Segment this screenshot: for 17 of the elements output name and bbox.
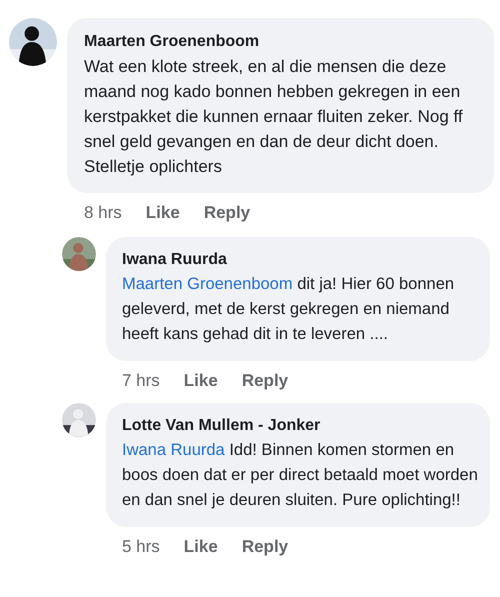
like-button[interactable]: Like bbox=[184, 371, 218, 391]
author-name[interactable]: Iwana Ruurda bbox=[122, 249, 480, 271]
reply-button[interactable]: Reply bbox=[242, 371, 288, 391]
author-name[interactable]: Maarten Groenenboom bbox=[84, 31, 480, 53]
comment-text: Maarten Groenenboom dit ja! Hier 60 bonnen geleverd, met de kerst gekregen en niemand heeft kans gehad dit in te leveren .... bbox=[122, 274, 456, 345]
author-name[interactable]: Lotte Van Mullem - Jonker bbox=[122, 415, 480, 437]
timestamp[interactable]: 8 hrs bbox=[84, 203, 122, 223]
timestamp[interactable]: 7 hrs bbox=[122, 371, 160, 391]
comment-text: Iwana Ruurda Idd! Binnen komen stormen en boos doen dat er per direct betaald moet worden en dan snel je deuren sluiten. Pure oplichting!! bbox=[122, 440, 479, 511]
reply-button[interactable]: Reply bbox=[242, 537, 288, 557]
mention-link[interactable]: Maarten Groenenboom bbox=[122, 275, 293, 293]
like-button[interactable]: Like bbox=[146, 203, 180, 223]
timestamp[interactable]: 5 hrs bbox=[122, 537, 160, 557]
reply-button[interactable]: Reply bbox=[204, 203, 250, 223]
mention-link[interactable]: Iwana Ruurda bbox=[122, 441, 225, 459]
comment-text: Wat een klote streek, en al die mensen die deze maand nog kado bonnen hebben gekregen in een kerstpakket die kunnen ernaar fluiten zeker. Nog ff snel geld gevangen en dan de deur dicht doen. Stelletje oplichters bbox=[84, 56, 464, 178]
like-button[interactable]: Like bbox=[184, 537, 218, 557]
